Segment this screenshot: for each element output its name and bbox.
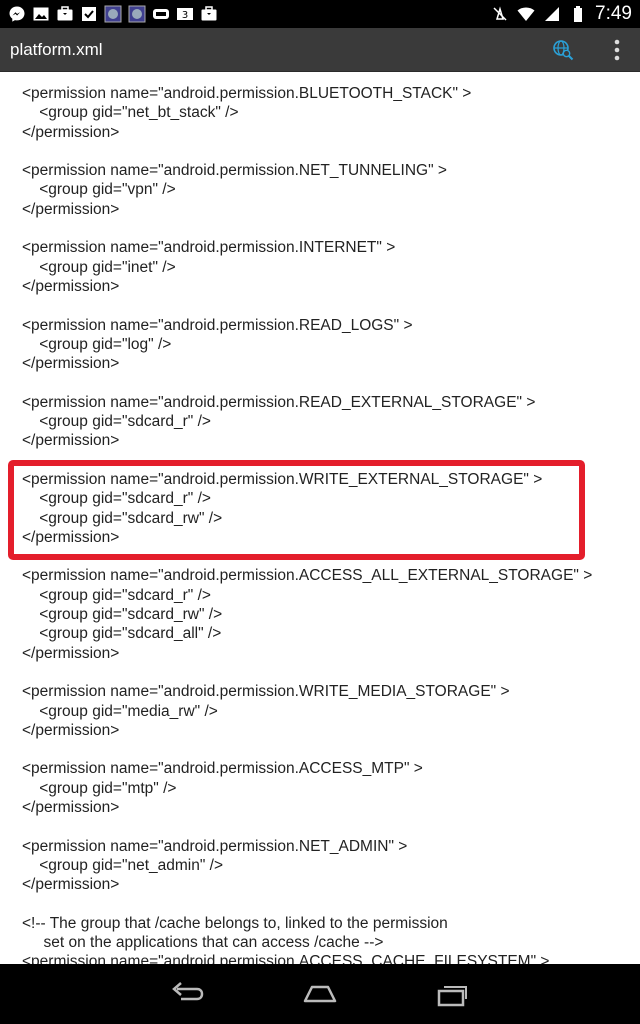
code-line: <group gid="media_rw" /> [22,702,218,720]
code-line: </permission> [22,200,120,218]
code-line: </permission> [22,432,120,450]
file-title: platform.xml [10,39,103,59]
svg-text:3: 3 [182,10,188,21]
recents-icon [438,986,468,1007]
code-line: <!-- The group that /cache belongs to, l… [22,914,448,932]
system-icons: 7:49 [491,3,632,25]
clock: 7:49 [595,3,632,24]
checklist-icon [80,5,98,23]
recents-button[interactable] [423,974,483,1014]
code-line: <permission name="android.permission.BLU… [22,85,472,102]
briefcase-icon-2 [200,5,218,23]
code-line: <group gid="inet" /> [22,258,176,276]
mute-icon [491,5,509,23]
code-line: <group gid="vpn" /> [22,181,176,199]
code-line: <permission name="android.permission.ACC… [22,760,423,778]
code-line: </permission> [22,876,120,894]
overflow-menu-button[interactable] [604,37,630,63]
code-line: <permission name="android.permission.REA… [22,393,536,411]
image-icon [32,5,50,23]
notification-icons: 3 [8,5,218,23]
app-bar: platform.xml [0,28,640,72]
code-line: <group gid="sdcard_all" /> [22,625,222,643]
signal-icon [543,5,561,23]
web-search-icon [553,39,574,60]
navigation-bar [0,964,640,1024]
code-line: <group gid="net_bt_stack" /> [22,104,239,122]
code-line: </permission> [22,721,120,739]
code-line: <group gid="sdcard_rw" /> [22,606,223,624]
code-line: <group gid="sdcard_r" /> [22,413,211,431]
code-line: <permission name="android.permission.INT… [22,239,396,257]
home-icon [303,985,337,1003]
media-icon [152,5,170,23]
status-bar: 3 7:49 [0,0,640,28]
back-button[interactable] [157,974,217,1014]
code-line: set on the applications that can access … [22,934,384,952]
code-line: <group gid="mtp" /> [22,779,177,797]
code-line: <permission name="android.permission.ACC… [22,567,593,585]
messenger-icon [8,5,26,23]
code-line: </permission> [22,355,120,373]
briefcase-icon [56,5,74,23]
battery-icon [569,5,587,23]
app-actions [550,37,630,63]
web-search-button[interactable] [550,37,576,63]
code-line: <permission name="android.permission.NET… [22,162,447,180]
home-button[interactable] [290,974,350,1014]
text-viewer[interactable]: <permission name="android.permission.BLU… [0,72,640,964]
code-line: </permission> [22,123,120,141]
code-line: </permission> [22,644,120,662]
app-icon [104,5,122,23]
code-line: </permission> [22,798,120,816]
app-icon-2 [128,5,146,23]
code-line: <permission name="android.permission.NET… [22,837,408,855]
overflow-menu-icon [614,39,620,60]
code-line: <group gid="sdcard_r" /> [22,586,211,604]
code-line: <group gid="net_admin" /> [22,856,224,874]
code-line: <permission name="android.permission.ACC… [22,953,550,964]
highlight-box [8,460,585,560]
back-icon [171,982,203,1001]
badge-3-icon: 3 [176,5,194,23]
code-line: </permission> [22,277,120,295]
code-line: <permission name="android.permission.REA… [22,316,413,334]
code-line: <group gid="log" /> [22,335,172,353]
code-line: <permission name="android.permission.WRI… [22,683,510,701]
wifi-icon [517,5,535,23]
